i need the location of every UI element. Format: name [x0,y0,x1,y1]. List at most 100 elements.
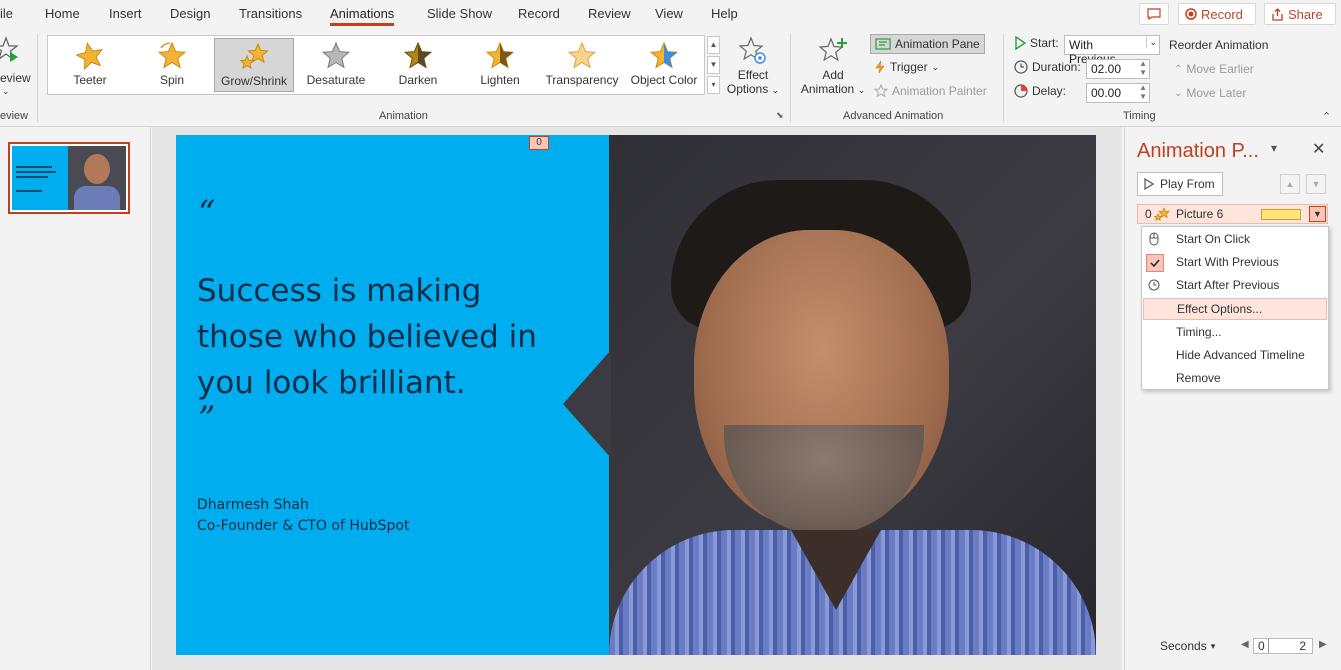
tab-view[interactable]: View [655,6,683,21]
lightning-icon [875,60,885,74]
menu-start-after-previous[interactable]: Start After Previous [1142,274,1328,296]
tab-file[interactable]: ile [0,6,13,21]
animation-label: Desaturate [306,73,366,87]
share-button[interactable]: Share [1264,3,1336,25]
photo-beard [724,425,924,535]
spinner-arrows-icon[interactable]: ▲ ▼ [1139,59,1147,77]
menu-remove[interactable]: Remove [1142,367,1328,389]
animation-desaturate[interactable]: Desaturate [296,38,376,92]
transparency-star-icon [567,42,597,69]
tab-insert[interactable]: Insert [109,6,142,21]
slide-canvas[interactable]: 0 “ Success is making those who believed… [176,135,1096,655]
effect-options-label-row: Options ⌄ [724,82,782,96]
thumbnail-shirt [74,186,120,210]
move-up-button[interactable]: ▲ [1280,174,1300,194]
animation-label: Lighten [480,73,520,87]
animation-painter-button[interactable]: Animation Painter [874,84,987,98]
divider [790,34,791,122]
attribution[interactable]: Dharmesh Shah Co-Founder & CTO of HubSpo… [197,495,409,537]
gallery-scroll-down[interactable]: ▼ [707,56,720,74]
chevron-down-icon: ⌄ [857,85,866,95]
start-dropdown[interactable]: With Previous ⌄ [1064,35,1160,66]
tab-design[interactable]: Design [170,6,210,21]
add-animation-button[interactable]: Add Animation ⌄ [798,36,868,106]
effect-options-label-1: Effect [737,68,769,82]
add-animation-icon [818,37,847,62]
animation-list-item[interactable]: 0 Picture 6 ▼ [1137,204,1328,224]
play-from-button[interactable]: Play From [1137,172,1223,196]
animation-teeter[interactable]: Teeter [50,38,130,92]
spinner-arrows-icon[interactable]: ▲ ▼ [1139,83,1147,101]
animation-transparency[interactable]: Transparency [542,38,622,92]
play-from-label: Play From [1160,177,1215,191]
tab-home[interactable]: Home [45,6,80,21]
add-animation-label-2: Animation [800,82,855,96]
effect-options-button[interactable]: Effect Options ⌄ [724,36,782,106]
tab-record[interactable]: Record [518,6,560,21]
close-icon[interactable]: ✕ [1312,139,1325,159]
animation-painter-icon [874,84,888,98]
divider [37,34,38,122]
animation-item-name: Picture 6 [1176,207,1224,221]
add-animation-label-row: Animation ⌄ [798,82,868,96]
animation-label: Teeter [73,73,107,87]
animation-order-badge[interactable]: 0 [529,136,549,150]
timeline-right-arrow-icon[interactable]: ▶ [1319,639,1327,650]
timeline-bar[interactable] [1261,209,1301,220]
quote-line-1: Success is making [197,273,482,309]
checkmark-icon [1146,254,1164,272]
clock-icon [1146,277,1162,293]
delay-clock-icon [1014,84,1028,98]
chevron-down-icon: ▾ [1210,640,1216,651]
tab-review[interactable]: Review [588,6,631,21]
dialog-launcher-icon[interactable]: ⬊ [776,110,784,121]
animation-lighten[interactable]: Lighten [460,38,540,92]
menu-item-label: Hide Advanced Timeline [1176,348,1305,362]
spin-star-icon [157,42,187,69]
collapse-ribbon-icon[interactable]: ⌃ [1322,110,1331,123]
tab-transitions[interactable]: Transitions [239,6,302,21]
gallery-scroll-up[interactable]: ▲ [707,36,720,54]
duration-value: 02.00 [1091,62,1122,76]
delay-input[interactable]: 00.00 ▲ ▼ [1086,83,1150,103]
animation-label: Object Color [630,73,698,87]
timeline-left-arrow-icon[interactable]: ◀ [1241,639,1249,650]
animation-pane-button[interactable]: Animation Pane [870,34,985,54]
seconds-label: Seconds [1160,639,1207,653]
menu-start-on-click[interactable]: Start On Click [1142,228,1328,250]
trigger-button[interactable]: Trigger ⌄ [874,60,939,74]
menu-effect-options[interactable]: Effect Options... [1143,298,1327,320]
lighten-star-icon [485,42,515,69]
slide-thumbnail-1[interactable] [8,142,130,214]
duration-input[interactable]: 02.00 ▲ ▼ [1086,59,1150,79]
tab-help[interactable]: Help [711,6,738,21]
animation-darken[interactable]: Darken [378,38,458,92]
pane-options-icon[interactable]: ▾ [1271,141,1277,155]
chevron-down-icon: ⌄ [771,85,780,95]
tab-animations[interactable]: Animations [330,6,395,26]
preview-button[interactable]: eview ⌄ [0,36,31,102]
tab-slide-show[interactable]: Slide Show [427,6,492,21]
timing-group-label: Timing [1123,110,1156,122]
menu-start-with-previous[interactable]: Start With Previous [1142,251,1328,273]
comments-button[interactable] [1139,3,1169,25]
seconds-dropdown[interactable]: Seconds ▾ [1160,639,1215,653]
record-button[interactable]: Record [1178,3,1256,25]
animation-grow-shrink[interactable]: Grow/Shrink [214,38,294,92]
gallery-expand[interactable]: ▾ [707,76,720,94]
move-down-button[interactable]: ▼ [1306,174,1326,194]
clock-icon [1014,60,1028,74]
move-later-button[interactable]: ⌄ Move Later [1174,86,1246,100]
quote-text[interactable]: Success is making those who believed in … [197,268,577,406]
move-earlier-button[interactable]: ⌃ Move Earlier [1174,62,1254,76]
menu-timing[interactable]: Timing... [1142,321,1328,343]
portrait-photo[interactable] [609,135,1096,655]
animation-object-color[interactable]: Object Color [624,38,704,92]
teeter-star-icon [75,42,103,70]
item-dropdown-button[interactable]: ▼ [1309,206,1326,222]
animation-pane-label: Animation Pane [895,37,980,51]
animation-spin[interactable]: Spin [132,38,212,92]
menu-hide-advanced-timeline[interactable]: Hide Advanced Timeline [1142,344,1328,366]
preview-star-icon [0,36,19,62]
menu-item-label: Start On Click [1176,232,1251,246]
